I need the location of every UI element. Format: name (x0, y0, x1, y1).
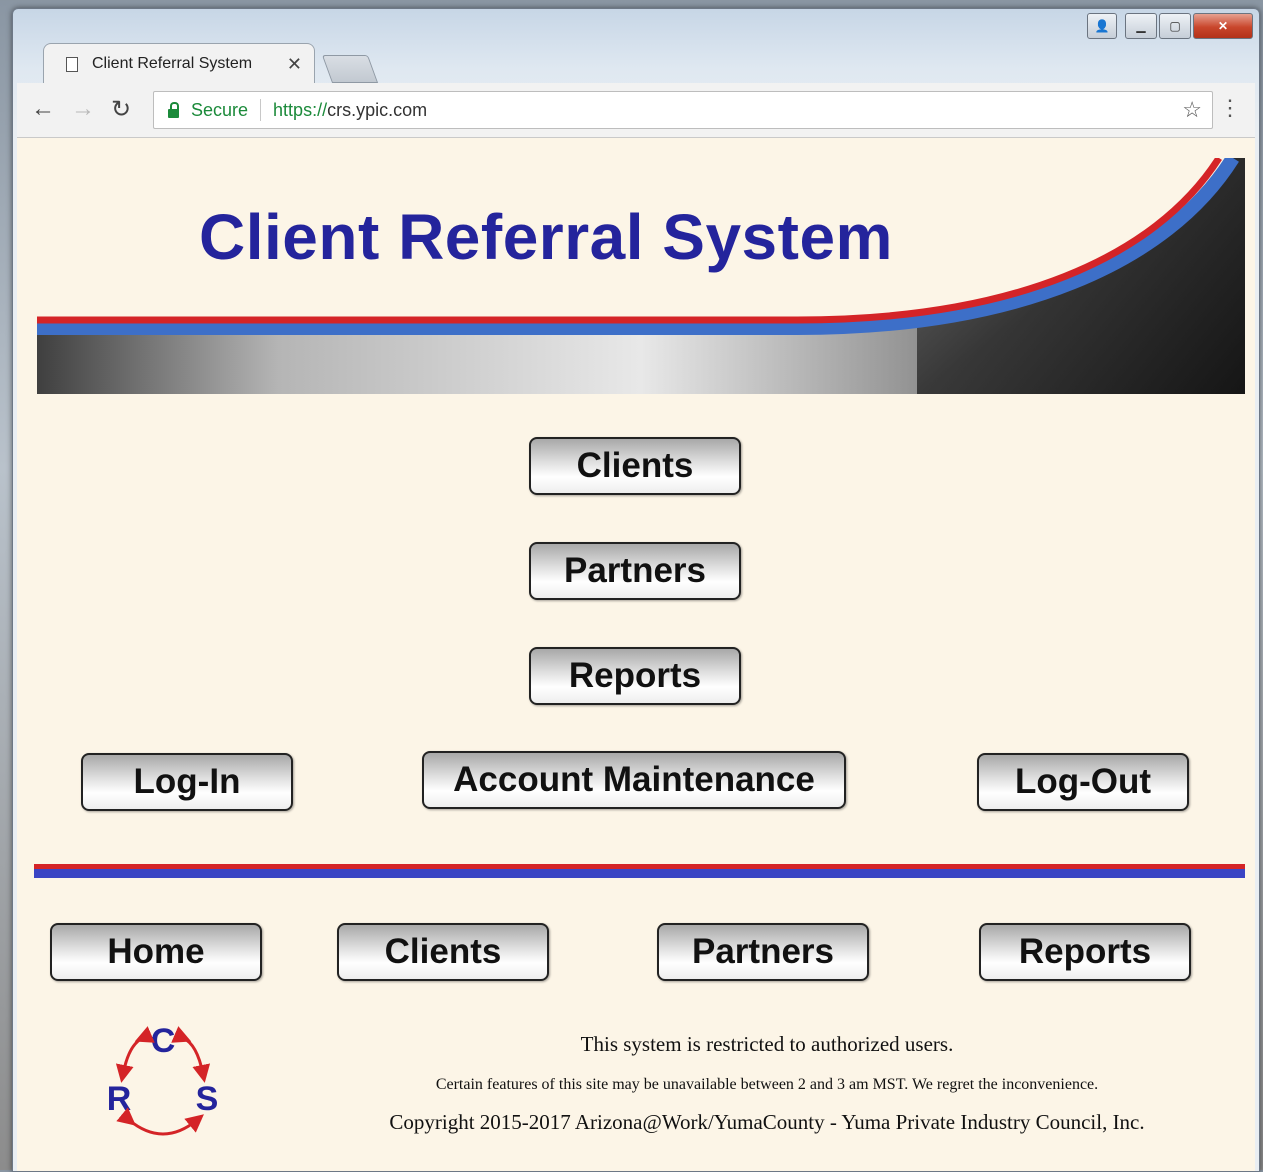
new-tab-button[interactable] (321, 55, 379, 83)
copyright-text: Copyright 2015-2017 Arizona@Work/YumaCou… (389, 1110, 1145, 1134)
footer-home-button[interactable]: Home (50, 923, 262, 981)
minimize-icon[interactable]: ▁ (1125, 13, 1157, 39)
logo-letter-c: C (151, 1022, 176, 1060)
user-profile-icon[interactable]: 👤 (1087, 13, 1117, 39)
page-document-icon (66, 56, 78, 72)
url-scheme: https:// (273, 99, 328, 120)
header-banner: Client Referral System (37, 158, 1245, 394)
bookmark-star-icon[interactable]: ☆ (1182, 97, 1202, 123)
footer-partners-button[interactable]: Partners (657, 923, 869, 981)
url-host: crs.ypic.com (327, 99, 428, 120)
browser-menu-icon[interactable]: ⋮ (1219, 95, 1241, 121)
secure-label: Secure (191, 99, 249, 120)
reload-icon[interactable]: ↻ (111, 95, 131, 124)
browser-window: 👤 ▁ ▢ ✕ Client Referral System ✕ ← → ↻ S… (12, 8, 1260, 1172)
maximize-icon[interactable]: ▢ (1159, 13, 1191, 39)
window-controls: 👤 ▁ ▢ ✕ (1087, 13, 1253, 39)
restricted-notice: This system is restricted to authorized … (580, 1032, 954, 1056)
tab-close-icon[interactable]: ✕ (287, 54, 302, 75)
close-window-icon[interactable]: ✕ (1193, 13, 1253, 39)
login-button[interactable]: Log-In (81, 753, 293, 811)
banner-swoosh-graphic (37, 158, 1245, 394)
tab-title: Client Referral System (92, 55, 253, 72)
logo-letter-s: S (196, 1080, 219, 1118)
lock-icon (168, 101, 179, 118)
back-arrow-icon[interactable]: ← (31, 95, 55, 123)
partners-button[interactable]: Partners (529, 542, 741, 600)
address-separator (260, 99, 262, 121)
maintenance-notice: Certain features of this site may be una… (435, 1076, 1099, 1093)
clients-button[interactable]: Clients (529, 437, 741, 495)
browser-tab[interactable]: Client Referral System ✕ (43, 43, 315, 84)
footer-clients-button[interactable]: Clients (337, 923, 549, 981)
address-bar[interactable]: Secure https:// crs.ypic.com ☆ (153, 91, 1213, 129)
reports-button[interactable]: Reports (529, 647, 741, 705)
forward-arrow-icon[interactable]: → (71, 95, 95, 123)
logo-letter-r: R (107, 1080, 132, 1118)
page-content: Client Referral System Clients Partners … (17, 138, 1255, 1171)
logout-button[interactable]: Log-Out (977, 753, 1189, 811)
site-title: Client Referral System (199, 201, 893, 273)
footer-divider (34, 864, 1245, 878)
browser-toolbar: ← → ↻ Secure https:// crs.ypic.com ☆ ⋮ (17, 83, 1255, 138)
footer-reports-button[interactable]: Reports (979, 923, 1191, 981)
account-maintenance-button[interactable]: Account Maintenance (422, 751, 846, 809)
crs-logo: C R S (107, 1022, 219, 1136)
